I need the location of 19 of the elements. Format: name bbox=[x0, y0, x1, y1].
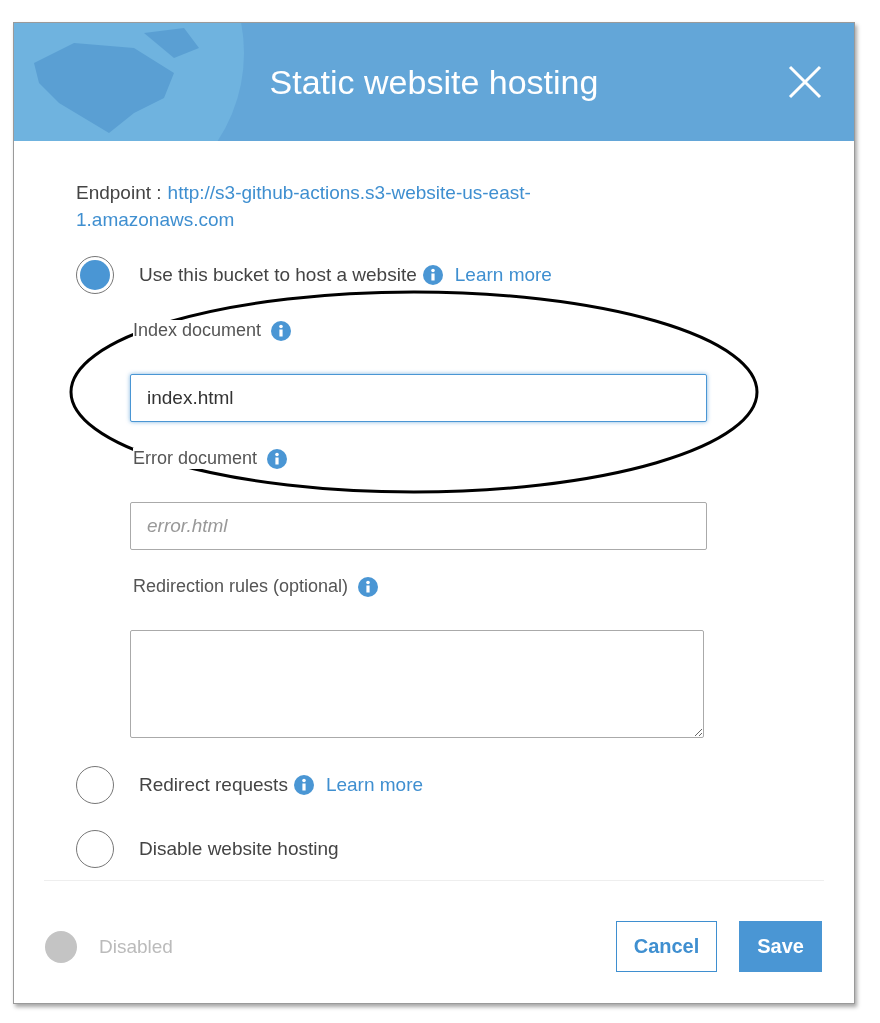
radio-button[interactable] bbox=[76, 766, 114, 804]
status-label: Disabled bbox=[99, 935, 174, 958]
radio-button[interactable] bbox=[76, 830, 114, 868]
close-icon[interactable] bbox=[788, 65, 822, 99]
option-label: Redirect requests bbox=[139, 774, 288, 796]
dialog-title: Static website hosting bbox=[269, 62, 599, 102]
text-field[interactable]: error.html bbox=[130, 502, 707, 550]
endpoint-text: Endpoint : http://s3-github-actions.s3-website-us-east-1.amazonaws.com bbox=[76, 181, 532, 232]
option-label: Use this bucket to host a website bbox=[139, 264, 417, 286]
field-label: Error document bbox=[133, 448, 258, 469]
text-field[interactable]: index.html bbox=[130, 374, 707, 422]
learn-more-link[interactable]: Learn more bbox=[454, 264, 552, 286]
text-area[interactable] bbox=[130, 630, 704, 738]
cancel-button[interactable]: Cancel bbox=[615, 921, 718, 972]
option-label: Disable website hosting bbox=[139, 838, 339, 860]
field-label: Redirection rules (optional) bbox=[133, 576, 349, 597]
learn-more-link[interactable]: Learn more bbox=[325, 774, 424, 796]
radio-button[interactable] bbox=[76, 256, 114, 294]
save-button[interactable]: Save bbox=[739, 921, 822, 972]
